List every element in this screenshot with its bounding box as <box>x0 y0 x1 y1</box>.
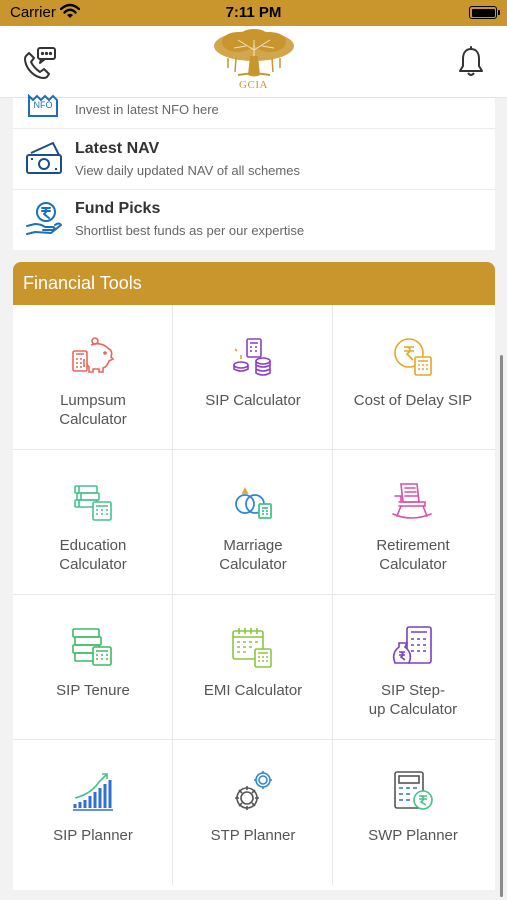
books-calculator-icon <box>74 485 112 521</box>
menu-subtitle: Shortlist best funds as per our expertis… <box>75 223 305 238</box>
stack-calculator-icon <box>72 628 112 666</box>
coins-calculator-icon <box>233 338 271 376</box>
tool-sip-step-up-calculator[interactable]: SIP Step-up Calculator <box>333 595 495 740</box>
tool-lumpsum-calculator[interactable]: Lumpsum Calculator <box>13 305 173 450</box>
tool-sip-tenure[interactable]: SIP Tenure <box>13 595 173 740</box>
phone-chat-icon[interactable] <box>20 44 58 82</box>
scrollbar[interactable] <box>500 355 503 897</box>
top-navigation-bar: GCIA <box>0 26 507 98</box>
rupee-hand-icon <box>25 200 63 243</box>
menu-item-latest-nav[interactable]: Latest NAV View daily updated NAV of all… <box>13 129 495 190</box>
gears-icon <box>235 771 272 810</box>
tool-label: Lumpsum Calculator <box>59 392 127 428</box>
tool-label: SIP Calculator <box>205 392 301 409</box>
banknotes-icon <box>25 141 63 182</box>
tool-label: Cost of Delay SIP <box>353 392 473 409</box>
tool-label: STP Planner <box>210 827 296 844</box>
tool-education-calculator[interactable]: Education Calculator <box>13 450 173 595</box>
menu-title: Latest NAV <box>75 140 160 157</box>
menu-card: NFO Invest in latest NFO here Latest NAV… <box>13 93 495 250</box>
menu-item-nfo[interactable]: NFO Invest in latest NFO here <box>13 93 495 129</box>
rings-calculator-icon <box>235 486 272 519</box>
bell-icon[interactable] <box>457 46 485 78</box>
tool-label: SIP Step-up Calculator <box>368 682 458 718</box>
calculator-rupee-icon <box>394 771 433 810</box>
tool-swp-planner[interactable]: SWP Planner <box>333 740 495 885</box>
rupee-coin-calculator-icon <box>394 338 432 376</box>
tool-marriage-calculator[interactable]: Marriage Calculator <box>173 450 333 595</box>
menu-title: Fund Picks <box>75 200 161 217</box>
tool-stp-planner[interactable]: STP Planner <box>173 740 333 885</box>
nfo-badge-text: NFO <box>34 100 53 110</box>
section-title: Financial Tools <box>23 273 142 293</box>
tool-cost-of-delay-sip[interactable]: Cost of Delay SIP <box>333 305 495 450</box>
battery-icon <box>469 6 500 19</box>
financial-tools-grid: Lumpsum Calculator SIP Calculator Cost of… <box>13 305 495 890</box>
tool-label: SIP Planner <box>53 827 133 844</box>
menu-subtitle: View daily updated NAV of all schemes <box>75 163 300 178</box>
tool-label: SWP Planner <box>368 827 458 844</box>
tool-sip-calculator[interactable]: SIP Calculator <box>173 305 333 450</box>
rocking-chair-icon <box>392 483 432 519</box>
tool-label: Retirement Calculator <box>376 537 450 573</box>
tool-label: EMI Calculator <box>203 682 303 699</box>
tool-sip-planner[interactable]: SIP Planner <box>13 740 173 885</box>
piggy-calculator-icon <box>72 337 115 373</box>
tool-label: Education Calculator <box>59 537 127 573</box>
status-bar: Carrier 7:11 PM <box>0 0 507 26</box>
logo-text: GCIA <box>239 79 268 91</box>
rising-bars-icon <box>73 773 113 811</box>
tool-retirement-calculator[interactable]: Retirement Calculator <box>333 450 495 595</box>
tool-label: Marriage Calculator <box>219 537 287 573</box>
financial-tools-header: Financial Tools <box>13 262 495 305</box>
menu-item-fund-picks[interactable]: Fund Picks Shortlist best funds as per o… <box>13 190 495 250</box>
nfo-badge-icon: NFO <box>25 93 61 125</box>
tool-emi-calculator[interactable]: EMI Calculator <box>173 595 333 740</box>
menu-subtitle: Invest in latest NFO here <box>75 102 219 117</box>
rupee-bag-calculator-icon <box>392 626 432 664</box>
tool-label: SIP Tenure <box>56 682 130 699</box>
calendar-calculator-icon <box>232 628 272 668</box>
clock: 7:11 PM <box>225 4 282 21</box>
